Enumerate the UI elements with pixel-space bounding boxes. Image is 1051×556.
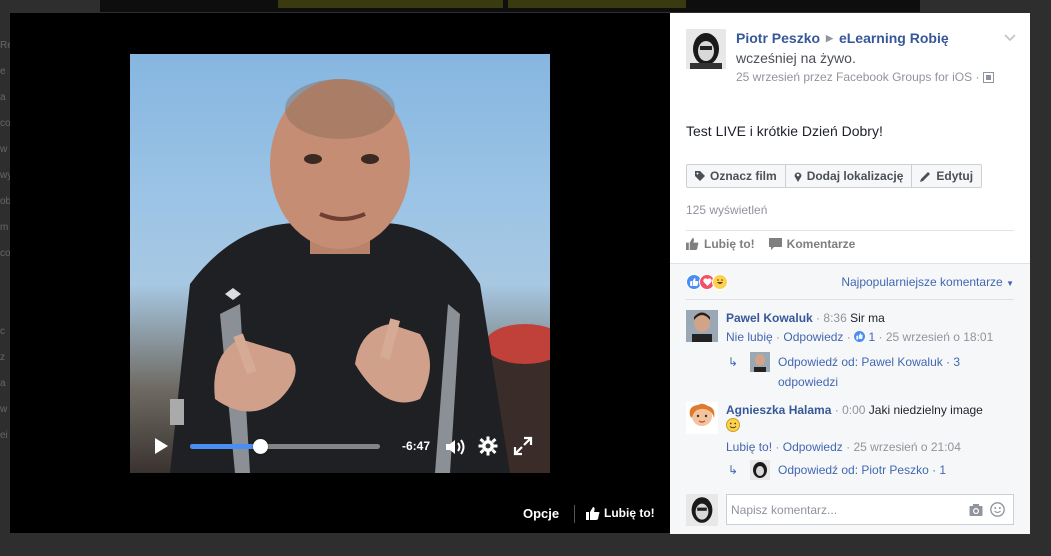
comment-like-count[interactable]: 1 xyxy=(868,330,875,344)
smiley-emoji-icon xyxy=(726,418,740,432)
reply-link[interactable]: Odpowiedz xyxy=(783,330,843,344)
arrow-right-icon: ▶ xyxy=(826,32,833,43)
post-comment-button[interactable]: Komentarze xyxy=(768,237,856,251)
author-avatar[interactable] xyxy=(686,29,726,69)
add-location-label: Dodaj lokalizację xyxy=(806,169,904,183)
comment-video-time[interactable]: 0:00 xyxy=(842,403,865,417)
location-pin-icon xyxy=(794,172,802,182)
haha-reaction-icon xyxy=(712,274,728,290)
view-replies-link[interactable]: ↳ Odpowiedź od: Piotr Peszko · 1 odpowie… xyxy=(726,460,1016,484)
video-like-button[interactable]: Lubię to! xyxy=(586,506,655,520)
post-comment-label: Komentarze xyxy=(786,237,856,251)
comment-input[interactable] xyxy=(727,495,947,524)
commenter-avatar[interactable] xyxy=(686,310,718,342)
audience-icon[interactable] xyxy=(983,71,995,83)
reply-avatar xyxy=(750,352,770,372)
views-count: 125 wyświetleń xyxy=(686,203,768,217)
reply-link[interactable]: Odpowiedz xyxy=(783,440,843,454)
video-like-label: Lubię to! xyxy=(604,506,655,520)
fullscreen-icon[interactable] xyxy=(513,436,533,456)
like-link[interactable]: Lubię to! xyxy=(726,440,772,454)
comment-body: Agnieszka Halama · 0:00 Jaki niedzielny … xyxy=(726,402,1016,484)
commenter-avatar-image xyxy=(686,310,718,342)
author-name[interactable]: Piotr Peszko xyxy=(736,30,820,46)
caret-down-icon: ▼ xyxy=(1006,279,1014,288)
commenter-name[interactable]: Agnieszka Halama xyxy=(726,403,831,417)
comment-text: Jaki niedzielny image xyxy=(868,403,983,417)
video-stage: -6:47 Opcje Lubię to! xyxy=(10,13,670,533)
commenter-avatar[interactable] xyxy=(686,402,718,434)
post-date-line: 25 wrzesień przez Facebook Groups for iO… xyxy=(736,70,1011,84)
gear-icon[interactable] xyxy=(478,436,498,456)
video-frame xyxy=(170,79,550,473)
comments-section: Najpopularniejsze komentarze ▼ Pawel Kow… xyxy=(670,263,1030,534)
group-name[interactable]: eLearning Robię xyxy=(839,30,949,46)
post-panel: Piotr Peszko ▶ eLearning Robię wcześniej… xyxy=(670,13,1030,534)
background-left-text: Re e a co w wy ob m co c z a w ei xyxy=(0,40,10,441)
video-player[interactable]: -6:47 xyxy=(130,54,550,473)
live-status: wcześniej na żywo. xyxy=(736,50,856,66)
volume-icon[interactable] xyxy=(444,437,466,457)
divider xyxy=(686,299,1014,300)
pencil-icon xyxy=(920,171,931,182)
smiley-emoji xyxy=(726,418,1016,436)
post-meta: Piotr Peszko ▶ eLearning Robię wcześniej… xyxy=(736,30,1011,84)
comment-icon xyxy=(768,238,782,250)
reaction-icons[interactable] xyxy=(686,274,728,290)
post-date[interactable]: 25 wrzesień przez Facebook Groups for iO… xyxy=(736,70,979,84)
camera-icon[interactable] xyxy=(969,503,983,517)
author-line: Piotr Peszko ▶ eLearning Robię xyxy=(736,30,1011,46)
video-progress-fill xyxy=(190,444,261,449)
divider xyxy=(686,230,1014,231)
video-controls: -6:47 xyxy=(130,431,550,461)
comment-date[interactable]: 25 wrzesień o 21:04 xyxy=(853,440,960,454)
commenter-avatar-image xyxy=(686,402,718,434)
play-icon[interactable] xyxy=(152,437,170,455)
reply-arrow-icon: ↳ xyxy=(728,355,739,369)
thumbs-up-icon xyxy=(686,238,699,250)
tag-icon xyxy=(695,171,705,181)
thumbs-up-icon xyxy=(586,506,600,520)
replies-text: Odpowiedź od: Piotr Peszko · 1 odpowiedź xyxy=(778,463,947,484)
comment-video-time[interactable]: 8:36 xyxy=(823,311,846,325)
video-progress-bar[interactable] xyxy=(190,439,380,454)
post-like-label: Lubię to! xyxy=(704,237,755,251)
comment-sort-dropdown[interactable]: Najpopularniejsze komentarze ▼ xyxy=(841,275,1014,289)
edit-label: Edytuj xyxy=(936,169,974,183)
author-avatar-image xyxy=(686,29,726,69)
reply-avatar xyxy=(750,460,770,480)
comment-date[interactable]: 25 wrzesień o 18:01 xyxy=(886,330,993,344)
add-location-button[interactable]: Dodaj lokalizację xyxy=(786,165,913,187)
replies-text: Odpowiedź od: Pawel Kowaluk · 3 odpowied… xyxy=(778,355,961,389)
tag-film-button[interactable]: Oznacz film xyxy=(687,165,786,187)
comment-text: Sir ma xyxy=(850,311,885,325)
edit-button[interactable]: Edytuj xyxy=(912,165,981,187)
video-footer: Opcje Lubię to! xyxy=(10,503,670,527)
background-top-bar xyxy=(100,0,920,12)
post-like-button[interactable]: Lubię to! xyxy=(686,237,755,251)
like-comment-bar: Lubię to! Komentarze xyxy=(686,237,855,251)
time-remaining: -6:47 xyxy=(402,439,431,453)
video-progress-knob[interactable] xyxy=(253,439,269,454)
comment-input-box xyxy=(726,494,1014,525)
current-user-avatar xyxy=(686,494,718,526)
post-text: Test LIVE i krótkie Dzień Dobry! xyxy=(686,123,883,139)
current-user-avatar-image xyxy=(686,494,718,526)
comment-actions: Lubię to! · Odpowiedz · 25 wrzesień o 21… xyxy=(726,440,961,454)
post-action-bar: Oznacz film Dodaj lokalizację Edytuj xyxy=(686,164,983,188)
unlike-link[interactable]: Nie lubię xyxy=(726,330,773,344)
write-comment-row xyxy=(670,492,1030,534)
tag-film-label: Oznacz film xyxy=(710,169,777,183)
footer-divider xyxy=(574,505,575,523)
comment-actions: Nie lubię · Odpowiedz · 1 · 25 wrzesień … xyxy=(726,330,994,344)
reply-arrow-icon: ↳ xyxy=(728,463,739,477)
commenter-name[interactable]: Pawel Kowaluk xyxy=(726,311,813,325)
comment-sort-label: Najpopularniejsze komentarze xyxy=(841,275,1003,289)
smiley-icon[interactable] xyxy=(990,502,1005,517)
like-reaction-icon xyxy=(854,331,866,342)
chevron-down-icon[interactable] xyxy=(1004,31,1016,45)
options-button[interactable]: Opcje xyxy=(523,506,559,521)
comment-body: Pawel Kowaluk · 8:36 Sir ma Nie lubię · … xyxy=(726,310,1016,389)
